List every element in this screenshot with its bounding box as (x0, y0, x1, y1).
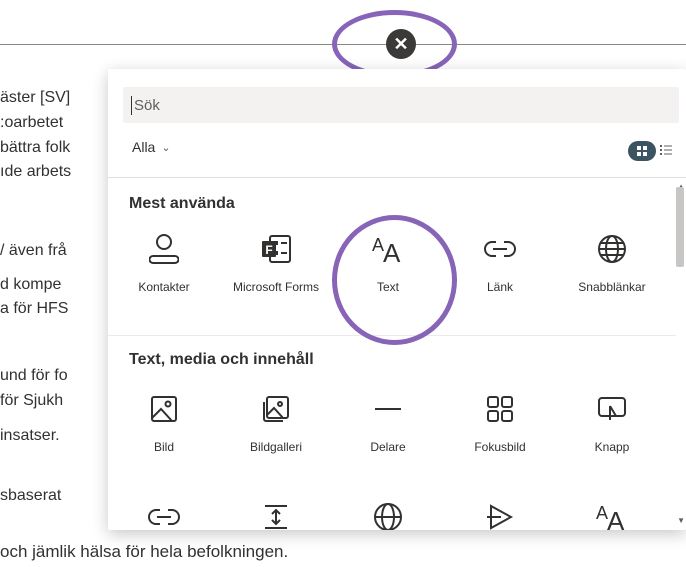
grid-view-icon[interactable] (628, 141, 656, 161)
webpart-tile-partial[interactable] (332, 499, 444, 530)
webpart-label: Kontakter (138, 280, 190, 294)
forms-icon: F (260, 231, 292, 267)
webpart-tile-quick-links[interactable]: Snabblänkar (556, 231, 668, 295)
close-icon: ✕ (393, 33, 409, 54)
webpart-label: Länk (486, 280, 514, 294)
webpart-label: Bildgalleri (249, 440, 303, 454)
globe-icon (372, 499, 404, 530)
list-view-icon[interactable] (660, 144, 672, 159)
webpart-toolbox: Alla ⌄ ▲ ▼ Mest använda Kontakter F Micr… (108, 69, 686, 530)
webpart-grid-partial-row: AA (108, 499, 668, 530)
webpart-label: Text (376, 280, 399, 294)
section-title-most-used: Mest använda (129, 195, 235, 212)
search-input[interactable] (131, 95, 656, 115)
search-box[interactable] (123, 87, 679, 123)
webpart-tile-partial[interactable] (108, 499, 220, 530)
background-text-bottom: och jämlik hälsa för hela befolkningen. (0, 542, 289, 561)
webpart-tile-text[interactable]: AA Text (332, 231, 444, 295)
button-icon (596, 391, 628, 427)
person-icon (149, 231, 179, 267)
globe-icon (596, 231, 628, 267)
link-icon (147, 499, 181, 530)
section-divider-left (0, 44, 386, 45)
chevron-down-icon: ⌄ (161, 141, 171, 154)
section-divider-right (416, 44, 686, 45)
text-icon: AA (594, 499, 630, 530)
section-title-text-media: Text, media och innehåll (129, 351, 314, 368)
spacer-icon (261, 499, 291, 530)
webpart-label: Bild (153, 440, 174, 454)
header-separator (108, 177, 686, 178)
image-gallery-icon (261, 391, 291, 427)
filter-label: Alla (132, 139, 156, 155)
webpart-grid-text-media: Bild Bildgalleri Delare Fokusbild Knapp (108, 391, 668, 455)
webpart-label: Knapp (594, 440, 630, 454)
section-separator (108, 335, 676, 336)
webpart-tile-partial[interactable] (220, 499, 332, 530)
text-icon: AA (370, 231, 406, 267)
webpart-label: Microsoft Forms (232, 280, 319, 294)
webpart-grid-most-used: Kontakter F Microsoft Forms AA Text Länk… (108, 231, 668, 295)
webpart-tile-link[interactable]: Länk (444, 231, 556, 295)
view-toggle[interactable] (628, 141, 672, 161)
svg-text:A: A (607, 506, 625, 530)
webpart-label: Fokusbild (474, 440, 526, 454)
scrollbar-thumb[interactable] (676, 187, 684, 267)
webpart-tile-image[interactable]: Bild (108, 391, 220, 455)
webpart-tile-hero[interactable]: Fokusbild (444, 391, 556, 455)
webpart-tile-image-gallery[interactable]: Bildgalleri (220, 391, 332, 455)
close-toolbox-button[interactable]: ✕ (386, 29, 416, 59)
webpart-tile-microsoft-forms[interactable]: F Microsoft Forms (220, 231, 332, 295)
webpart-tile-partial[interactable]: AA (556, 499, 668, 530)
webpart-tile-partial[interactable] (444, 499, 556, 530)
webpart-label: Delare (370, 440, 406, 454)
webpart-tile-contacts[interactable]: Kontakter (108, 231, 220, 295)
image-icon (149, 391, 179, 427)
divider-icon (373, 391, 403, 427)
filter-dropdown[interactable]: Alla ⌄ (132, 139, 171, 155)
link-icon (483, 231, 517, 267)
webpart-label: Snabblänkar (578, 280, 646, 294)
hero-icon (485, 391, 515, 427)
embed-icon (485, 499, 515, 530)
webpart-tile-divider[interactable]: Delare (332, 391, 444, 455)
scroll-down-arrow[interactable]: ▼ (677, 516, 685, 525)
svg-text:A: A (383, 238, 401, 265)
svg-text:F: F (265, 243, 272, 257)
webpart-tile-button[interactable]: Knapp (556, 391, 668, 455)
